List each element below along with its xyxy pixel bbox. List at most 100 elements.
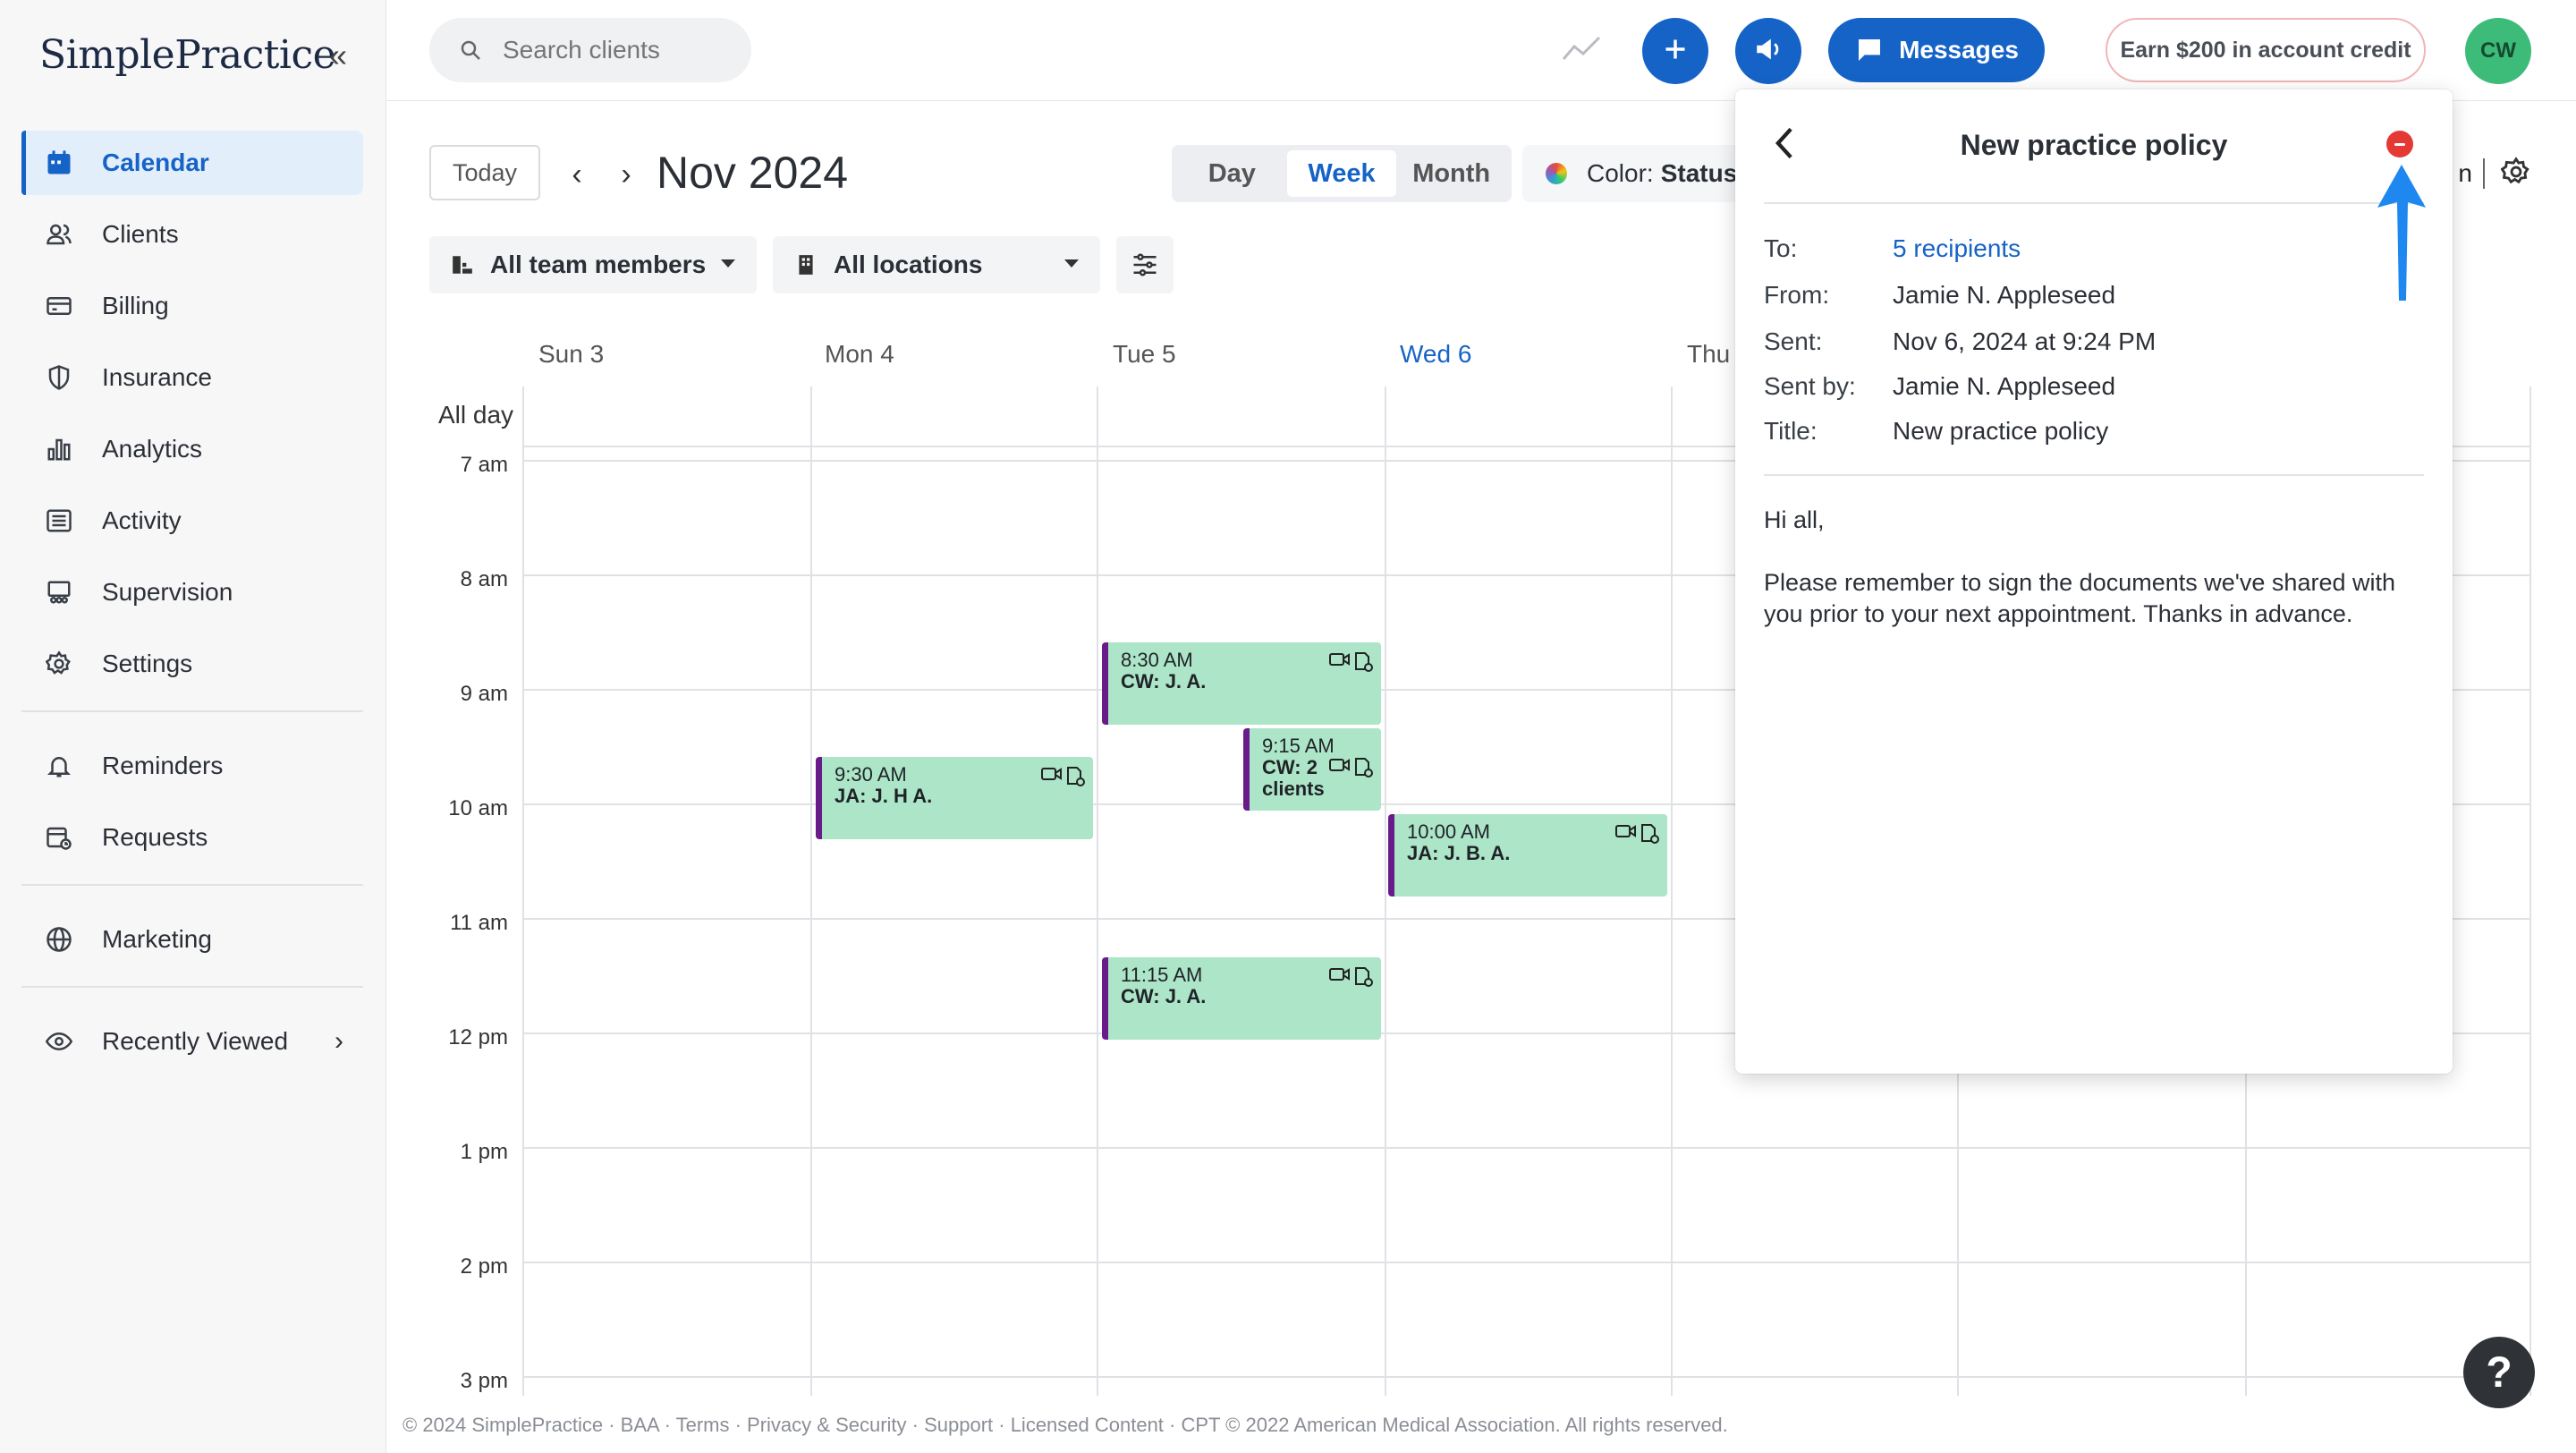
day-header-wed[interactable]: Wed 6 [1400,340,1471,369]
avatar[interactable]: CW [2465,18,2531,84]
appointment-client: JA: J. B. A. [1407,842,1511,864]
sidebar-item-supervision[interactable]: Supervision [21,560,363,625]
today-label: Today [452,158,518,186]
sidebar-item-reminders[interactable]: Reminders [21,734,363,798]
day-header-thu[interactable]: Thu [1687,340,1730,369]
building-icon [794,253,818,276]
hour-label: 2 pm [460,1254,508,1279]
divider [21,986,363,988]
trend-chart-icon[interactable] [1562,32,1601,64]
team-icon [451,253,474,276]
view-week-button[interactable]: Week [1286,150,1397,197]
hour-label: 1 pm [460,1140,508,1164]
sidebar-item-marketing[interactable]: Marketing [21,907,363,972]
appointment-icons [1615,823,1660,845]
meta-title: Title: New practice policy [1764,417,2108,446]
document-check-icon [1641,824,1659,844]
day-header-tue[interactable]: Tue 5 [1113,340,1176,369]
locations-filter[interactable]: All locations [773,236,1100,293]
search-input[interactable] [503,36,735,64]
next-week-button[interactable]: › [613,157,640,192]
meta-value: New practice policy [1893,417,2109,445]
appointment-card[interactable]: 9:30 AM JA: J. H A. [816,757,1093,839]
sidebar-item-clients[interactable]: Clients [21,202,363,267]
recipients-link[interactable]: 5 recipients [1893,234,2021,262]
billing-icon [43,290,75,322]
sidebar-item-settings[interactable]: Settings [21,632,363,696]
appointment-icons [1329,651,1374,673]
announcements-button[interactable] [1735,18,1801,84]
sidebar-nav: Calendar Clients Billing Insurance Analy… [21,131,363,1081]
collapse-sidebar-button[interactable]: « [320,39,356,75]
month-title: Nov 2024 [657,148,849,198]
sliders-icon [1133,253,1157,276]
sidebar-item-label: Insurance [102,363,212,391]
sidebar-item-label: Supervision [102,578,233,606]
meta-label: Sent: [1764,327,1823,355]
meta-label: Sent by: [1764,372,1856,400]
sidebar-item-calendar[interactable]: Calendar [21,131,363,195]
video-icon [1329,968,1350,981]
hour-label: 8 am [460,567,508,591]
panel-title: New practice policy [1960,129,2228,161]
gear-icon [43,648,75,680]
appointment-card[interactable]: 11:15 AM CW: J. A. [1102,957,1381,1040]
divider [1764,202,2424,204]
hour-label: 9 am [460,682,508,706]
calendar-settings-button[interactable] [2500,156,2531,191]
search-icon [460,39,481,61]
today-button[interactable]: Today [429,145,540,200]
hour-label: 12 pm [448,1025,508,1049]
messages-button[interactable]: Messages [1828,18,2045,82]
search-bar[interactable] [429,18,751,82]
sidebar-item-label: Settings [102,650,193,677]
activity-icon [43,505,75,537]
chevron-down-icon [721,259,735,268]
appointment-icons [1041,766,1086,787]
day-header-mon[interactable]: Mon 4 [825,340,894,369]
earn-credit-button[interactable]: Earn $200 in account credit [2106,18,2426,82]
view-month-button[interactable]: Month [1396,150,1506,197]
view-day-button[interactable]: Day [1177,150,1287,197]
color-label: Color: [1587,159,1654,187]
sidebar: SimplePractice « Calendar Clients Billin… [0,0,386,1453]
logo[interactable]: SimplePractice [39,32,336,78]
message-body: Hi all, Please remember to sign the docu… [1764,505,2426,661]
previous-week-button[interactable]: ‹ [564,157,590,192]
meta-label: To: [1764,234,1798,262]
filter-label: All team members [490,251,707,278]
color-wheel-icon [1546,163,1567,184]
clients-icon [43,218,75,251]
appointment-card[interactable]: 8:30 AM CW: J. A. [1102,642,1381,725]
filter-settings-button[interactable] [1116,236,1174,293]
grid-line [522,387,524,1396]
meta-to: To: 5 recipients [1764,234,2021,263]
appointment-card[interactable]: 9:15 AM CW: 2 clients [1243,728,1381,811]
sidebar-item-label: Analytics [102,435,203,463]
sidebar-item-recently-viewed[interactable]: Recently Viewed › [21,1009,363,1074]
sidebar-item-requests[interactable]: Requests [21,805,363,870]
sidebar-item-activity[interactable]: Activity [21,489,363,553]
partial-label: n [2458,159,2472,187]
sidebar-item-analytics[interactable]: Analytics [21,417,363,481]
grid-line [2529,387,2531,1396]
add-button[interactable] [1642,18,1708,84]
view-toggle: Day Week Month [1172,145,1512,202]
divider [21,710,363,712]
shield-icon [43,361,75,394]
team-members-filter[interactable]: All team members [429,236,757,293]
help-button[interactable]: ? [2463,1337,2535,1408]
close-button[interactable] [2386,131,2413,157]
annotation-arrow-icon [2377,165,2426,301]
hour-label: 10 am [448,796,508,820]
color-by-button[interactable]: Color: Status [1522,145,1746,202]
sidebar-item-billing[interactable]: Billing [21,274,363,338]
grid-line [524,1376,2531,1378]
appointment-card[interactable]: 10:00 AM JA: J. B. A. [1388,814,1667,896]
day-header-sun[interactable]: Sun 3 [538,340,604,369]
grid-line [1385,387,1386,1396]
grid-line [524,1147,2531,1149]
sidebar-item-insurance[interactable]: Insurance [21,345,363,410]
plus-icon [1663,37,1688,66]
chevron-right-icon: › [335,1026,343,1056]
